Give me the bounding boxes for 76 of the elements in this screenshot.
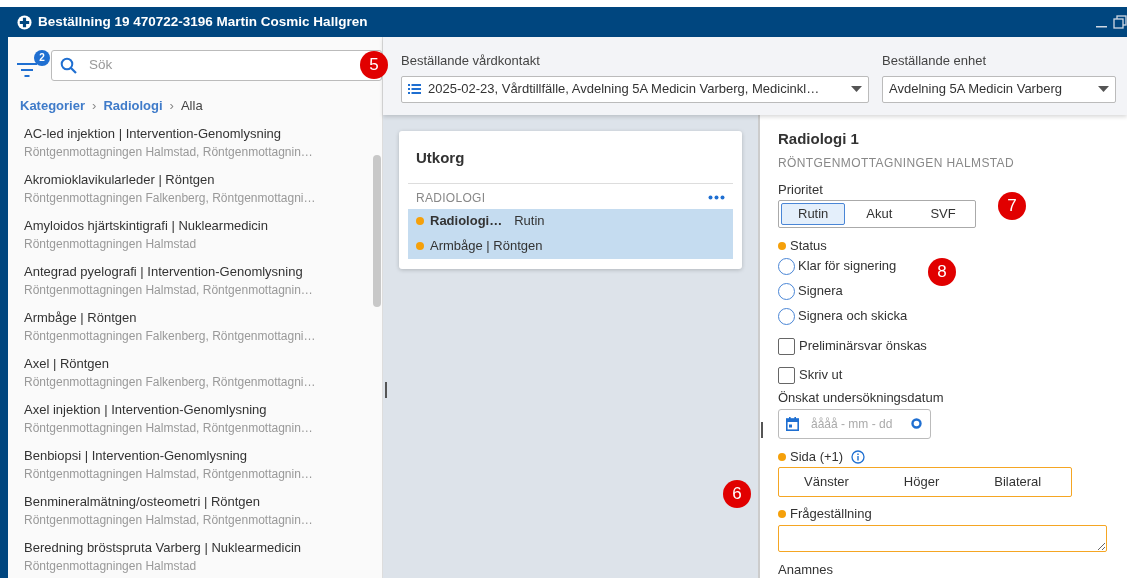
calendar-icon bbox=[786, 416, 799, 431]
list-item-title[interactable]: AC-led injektion | Intervention-Genomlysning bbox=[24, 123, 342, 143]
list-item-title[interactable]: Benbiopsi | Intervention-Genomlysning bbox=[24, 445, 342, 465]
filter-icon[interactable] bbox=[17, 60, 37, 77]
list-item-title[interactable]: Armbåge | Röntgen bbox=[24, 307, 342, 327]
list-item-title[interactable]: Axel | Röntgen bbox=[24, 353, 342, 373]
checkbox-label: Preliminärsvar önskas bbox=[799, 337, 927, 356]
field-label: Önskat undersökningsdatum bbox=[778, 389, 944, 406]
app-icon bbox=[17, 14, 32, 30]
status-dot bbox=[416, 217, 424, 225]
search-icon bbox=[60, 57, 77, 74]
outbox-item[interactable]: Radiologi… Rutin bbox=[408, 208, 733, 234]
breadcrumb-current: Alla bbox=[180, 97, 203, 115]
caret-icon bbox=[1098, 86, 1109, 92]
checkbox-label: Skriv ut bbox=[799, 366, 843, 385]
field-label: Sida (+1) bbox=[790, 448, 844, 465]
dropdown[interactable]: Avdelning 5A Medicin Varberg bbox=[882, 75, 1116, 103]
checkbox[interactable] bbox=[778, 337, 795, 355]
outbox-title: Utkorg bbox=[415, 148, 466, 168]
list-item-title[interactable]: Akromioklavikularleder | Röntgen bbox=[24, 169, 342, 189]
restore-icon[interactable] bbox=[1113, 15, 1127, 29]
list-item-title[interactable]: Axel injektion | Intervention-Genomlysning bbox=[24, 399, 342, 419]
list-item-subtitle: Röntgenmottagningen Falkenberg, Röntgenmottagni… bbox=[24, 373, 317, 391]
list-icon bbox=[408, 84, 421, 94]
segment-button[interactable]: Akut bbox=[849, 202, 910, 225]
list-item-subtitle: Röntgenmottagningen Halmstad, Röntgenmottagnin… bbox=[24, 419, 314, 437]
form-title: Radiologi 1 bbox=[778, 129, 860, 149]
filter-count-badge: 2 bbox=[34, 49, 50, 66]
breadcrumb-separator: › bbox=[92, 97, 97, 115]
list-item-subtitle: Röntgenmottagningen Halmstad bbox=[24, 235, 198, 253]
radio-label: Klar för signering bbox=[798, 257, 897, 276]
list-item-subtitle: Röntgenmottagningen Halmstad, Röntgenmottagnin… bbox=[24, 281, 314, 299]
scrollbar[interactable] bbox=[373, 155, 381, 307]
list-item-subtitle: Röntgenmottagningen Falkenberg, Röntgenmottagni… bbox=[24, 327, 317, 345]
form-subtitle: RÖNTGENMOTTAGNINGEN HALMSTAD bbox=[778, 154, 1016, 172]
outbox-item[interactable]: Armbåge | Röntgen bbox=[408, 233, 733, 259]
list-item-title[interactable]: Antegrad pyelografi | Intervention-Genomlysning bbox=[24, 261, 342, 281]
callout-marker: 8 bbox=[928, 257, 956, 286]
segment-button[interactable]: Vänster bbox=[781, 469, 877, 494]
window-title: Beställning 19 470722-3196 Martin Cosmic Hallgren bbox=[38, 12, 368, 31]
breadcrumb-link[interactable]: Kategorier bbox=[20, 96, 86, 116]
list-item-subtitle: Röntgenmottagningen Halmstad, Röntgenmottagnin… bbox=[24, 143, 314, 161]
callout-marker: 7 bbox=[998, 191, 1026, 220]
dropdown[interactable]: 2025-02-23, Vårdtillfälle, Avdelning 5A Medicin Varberg, Medicinkl… bbox=[401, 75, 869, 103]
breadcrumb-link[interactable]: Radiologi bbox=[103, 96, 163, 116]
field-label: Anamnes bbox=[778, 561, 833, 578]
list-item-subtitle: Röntgenmottagningen Halmstad, Röntgenmottagnin… bbox=[24, 465, 314, 483]
field-label: Prioritet bbox=[778, 181, 823, 198]
segment-button[interactable]: SVF bbox=[913, 202, 973, 225]
info-icon[interactable] bbox=[851, 449, 866, 464]
status-dot bbox=[416, 242, 424, 250]
search-field[interactable]: Sök bbox=[87, 54, 307, 77]
list-item-subtitle: Röntgenmottagningen Halmstad bbox=[24, 557, 198, 575]
field-label: Status bbox=[790, 237, 827, 254]
more-icon[interactable] bbox=[708, 195, 725, 200]
resize-handle[interactable] bbox=[761, 422, 763, 438]
segment-button[interactable]: Höger bbox=[880, 469, 968, 494]
segment-button[interactable]: Bilateral bbox=[971, 469, 1070, 494]
list-item-title[interactable]: Benmineralmätning/osteometri | Röntgen bbox=[24, 491, 342, 511]
breadcrumb-separator: › bbox=[169, 97, 174, 115]
section-label: RADIOLOGI bbox=[416, 189, 486, 207]
list-item-title[interactable]: Beredning bröstspruta Varberg | Nuklearmedicin bbox=[24, 537, 342, 557]
list-item-title[interactable]: Amyloidos hjärtskintigrafi | Nuklearmedicin bbox=[24, 215, 342, 235]
segment-button[interactable]: Rutin bbox=[781, 202, 846, 225]
resize-handle[interactable] bbox=[385, 382, 387, 398]
caret-icon bbox=[851, 86, 862, 92]
field-label: Beställande vårdkontakt bbox=[401, 52, 541, 70]
checkbox[interactable] bbox=[778, 366, 795, 384]
field-label: Beställande enhet bbox=[882, 52, 988, 70]
list-item-subtitle: Röntgenmottagningen Falkenberg, Röntgenmottagni… bbox=[24, 189, 317, 207]
radio-label: Signera och skicka bbox=[798, 307, 908, 326]
radio-label: Signera bbox=[798, 282, 843, 301]
field-label: Frågeställning bbox=[790, 505, 872, 522]
list-item-subtitle: Röntgenmottagningen Halmstad, Röntgenmottagnin… bbox=[24, 511, 314, 529]
date-field[interactable]: åååå - mm - dd bbox=[809, 413, 901, 434]
date-picker[interactable]: åååå - mm - dd bbox=[778, 408, 931, 439]
